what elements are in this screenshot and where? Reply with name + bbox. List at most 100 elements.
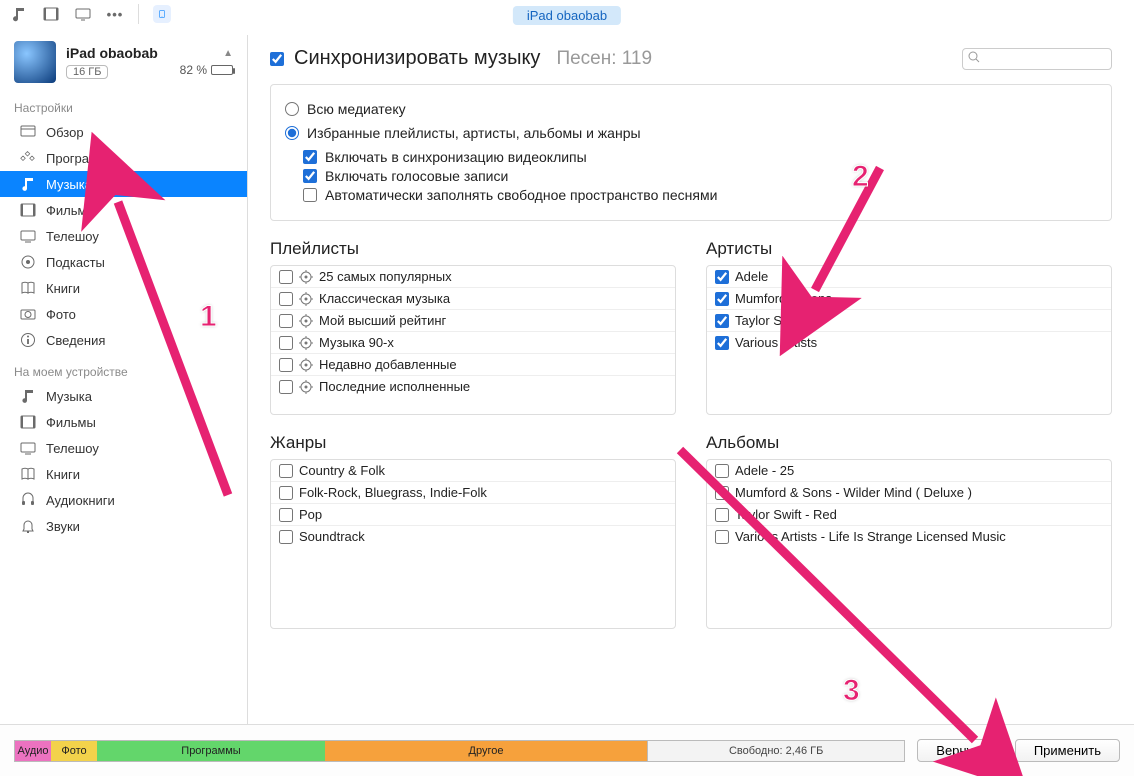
list-item[interactable]: Various Artists - Life Is Strange Licens…	[707, 526, 1111, 547]
list-item[interactable]: Классическая музыка	[271, 288, 675, 310]
sidebar-item-label: Музыка	[46, 177, 92, 192]
list-item-checkbox[interactable]	[279, 314, 293, 328]
radio-selected-items-input[interactable]	[285, 126, 299, 140]
radio-selected-items[interactable]: Избранные плейлисты, артисты, альбомы и …	[285, 125, 1097, 141]
apps-icon	[20, 150, 36, 166]
sidebar-item-tv[interactable]: Телешоу	[0, 435, 247, 461]
tv-tab-icon[interactable]	[74, 5, 92, 23]
list-item-checkbox[interactable]	[279, 530, 293, 544]
more-icon[interactable]: •••	[106, 5, 124, 23]
music-tab-icon[interactable]	[10, 5, 28, 23]
apply-button[interactable]: Применить	[1015, 739, 1120, 762]
check-autofill[interactable]: Автоматически заполнять свободное простр…	[303, 187, 1097, 203]
list-item[interactable]: Pop	[271, 504, 675, 526]
film-icon	[20, 202, 36, 218]
list-item[interactable]: Недавно добавленные	[271, 354, 675, 376]
sync-music-checkbox[interactable]	[270, 52, 284, 66]
list-item-checkbox[interactable]	[279, 358, 293, 372]
list-item-checkbox[interactable]	[279, 380, 293, 394]
radio-entire-library[interactable]: Всю медиатеку	[285, 101, 1097, 117]
list-item-checkbox[interactable]	[715, 486, 729, 500]
sidebar-item-music[interactable]: Музыка	[0, 383, 247, 409]
books-icon	[20, 280, 36, 296]
list-item[interactable]: Последние исполненные	[271, 376, 675, 397]
list-item-label: Various Artists - Life Is Strange Licens…	[735, 529, 1006, 544]
list-item-checkbox[interactable]	[279, 508, 293, 522]
sidebar-item-label: Сведения	[46, 333, 105, 348]
list-item[interactable]: Adele - 25	[707, 460, 1111, 482]
usage-seg-apps: Программы	[97, 741, 325, 761]
list-item-checkbox[interactable]	[715, 530, 729, 544]
media-category-toolbar: •••	[0, 0, 248, 28]
list-item-checkbox[interactable]	[715, 270, 729, 284]
sidebar-item-books[interactable]: Книги	[0, 275, 247, 301]
check-include-videos-input[interactable]	[303, 150, 317, 164]
list-item[interactable]: Various Artists	[707, 332, 1111, 353]
sidebar-item-tv[interactable]: Телешоу	[0, 223, 247, 249]
sidebar-item-apps[interactable]: Программы	[0, 145, 247, 171]
list-item-label: Taylor Swift - Red	[735, 507, 837, 522]
list-item[interactable]: Soundtrack	[271, 526, 675, 547]
sidebar-item-overview[interactable]: Обзор	[0, 119, 247, 145]
sidebar-item-label: Аудиокниги	[46, 493, 115, 508]
genres-listbox: Country & Folk Folk-Rock, Bluegrass, Indi…	[270, 459, 676, 629]
sidebar-item-film[interactable]: Фильмы	[0, 409, 247, 435]
list-item[interactable]: Mumford & Sons - Wilder Mind ( Deluxe )	[707, 482, 1111, 504]
usage-seg-audio: Аудио	[15, 741, 51, 761]
device-header[interactable]: iPad obaobab 16 ГБ ▲ 82 %	[0, 35, 247, 89]
list-item-checkbox[interactable]	[279, 270, 293, 284]
music-icon	[20, 388, 36, 404]
sidebar-item-film[interactable]: Фильмы	[0, 197, 247, 223]
list-item[interactable]: Музыка 90-х	[271, 332, 675, 354]
check-include-videos-label: Включать в синхронизацию видеоклипы	[325, 149, 587, 165]
list-item-checkbox[interactable]	[715, 292, 729, 306]
check-autofill-input[interactable]	[303, 188, 317, 202]
sidebar-item-audiobook[interactable]: Аудиокниги	[0, 487, 247, 513]
check-include-voice[interactable]: Включать голосовые записи	[303, 168, 1097, 184]
check-include-videos[interactable]: Включать в синхронизацию видеоклипы	[303, 149, 1097, 165]
list-item-checkbox[interactable]	[715, 508, 729, 522]
storage-usage-bar: Аудио Фото Программы Другое Свободно: 2,…	[14, 740, 905, 762]
list-item-label: Mumford & Sons - Wilder Mind ( Deluxe )	[735, 485, 972, 500]
list-item[interactable]: Taylor Swift - Red	[707, 504, 1111, 526]
revert-button[interactable]: Вернуть	[917, 739, 1005, 762]
list-item-checkbox[interactable]	[279, 292, 293, 306]
film-icon	[20, 414, 36, 430]
sidebar-item-label: Звуки	[46, 519, 80, 534]
list-item-checkbox[interactable]	[279, 336, 293, 350]
list-item-checkbox[interactable]	[715, 314, 729, 328]
movies-tab-icon[interactable]	[42, 5, 60, 23]
list-item[interactable]: Adele	[707, 266, 1111, 288]
list-item[interactable]: Mumford & Sons	[707, 288, 1111, 310]
sidebar: iPad obaobab 16 ГБ ▲ 82 % Настройки Обзо…	[0, 35, 248, 724]
radio-selected-items-label: Избранные плейлисты, артисты, альбомы и …	[307, 125, 641, 141]
device-name: iPad obaobab	[66, 45, 170, 61]
list-item-label: Mumford & Sons	[735, 291, 832, 306]
playlists-title: Плейлисты	[270, 239, 676, 259]
sidebar-item-podcast[interactable]: Подкасты	[0, 249, 247, 275]
list-item-checkbox[interactable]	[715, 336, 729, 350]
list-item[interactable]: Country & Folk	[271, 460, 675, 482]
radio-entire-library-input[interactable]	[285, 102, 299, 116]
toolbar-separator	[138, 4, 139, 24]
list-item-checkbox[interactable]	[279, 464, 293, 478]
list-item[interactable]: 25 самых популярных	[271, 266, 675, 288]
sidebar-item-label: Подкасты	[46, 255, 105, 270]
device-tab-icon[interactable]	[153, 5, 171, 23]
search-input[interactable]	[962, 48, 1112, 70]
sidebar-item-music[interactable]: Музыка	[0, 171, 247, 197]
smart-playlist-gear-icon	[299, 270, 313, 284]
list-item[interactable]: Folk-Rock, Bluegrass, Indie-Folk	[271, 482, 675, 504]
sidebar-item-bell[interactable]: Звуки	[0, 513, 247, 539]
music-icon	[20, 176, 36, 192]
sidebar-item-books[interactable]: Книги	[0, 461, 247, 487]
list-item-label: Country & Folk	[299, 463, 385, 478]
eject-icon[interactable]: ▲	[223, 48, 233, 59]
list-item[interactable]: Taylor Swift	[707, 310, 1111, 332]
list-item[interactable]: Мой высший рейтинг	[271, 310, 675, 332]
check-include-voice-input[interactable]	[303, 169, 317, 183]
sidebar-item-label: Книги	[46, 281, 80, 296]
search-wrap	[962, 48, 1112, 70]
list-item-checkbox[interactable]	[279, 486, 293, 500]
list-item-checkbox[interactable]	[715, 464, 729, 478]
